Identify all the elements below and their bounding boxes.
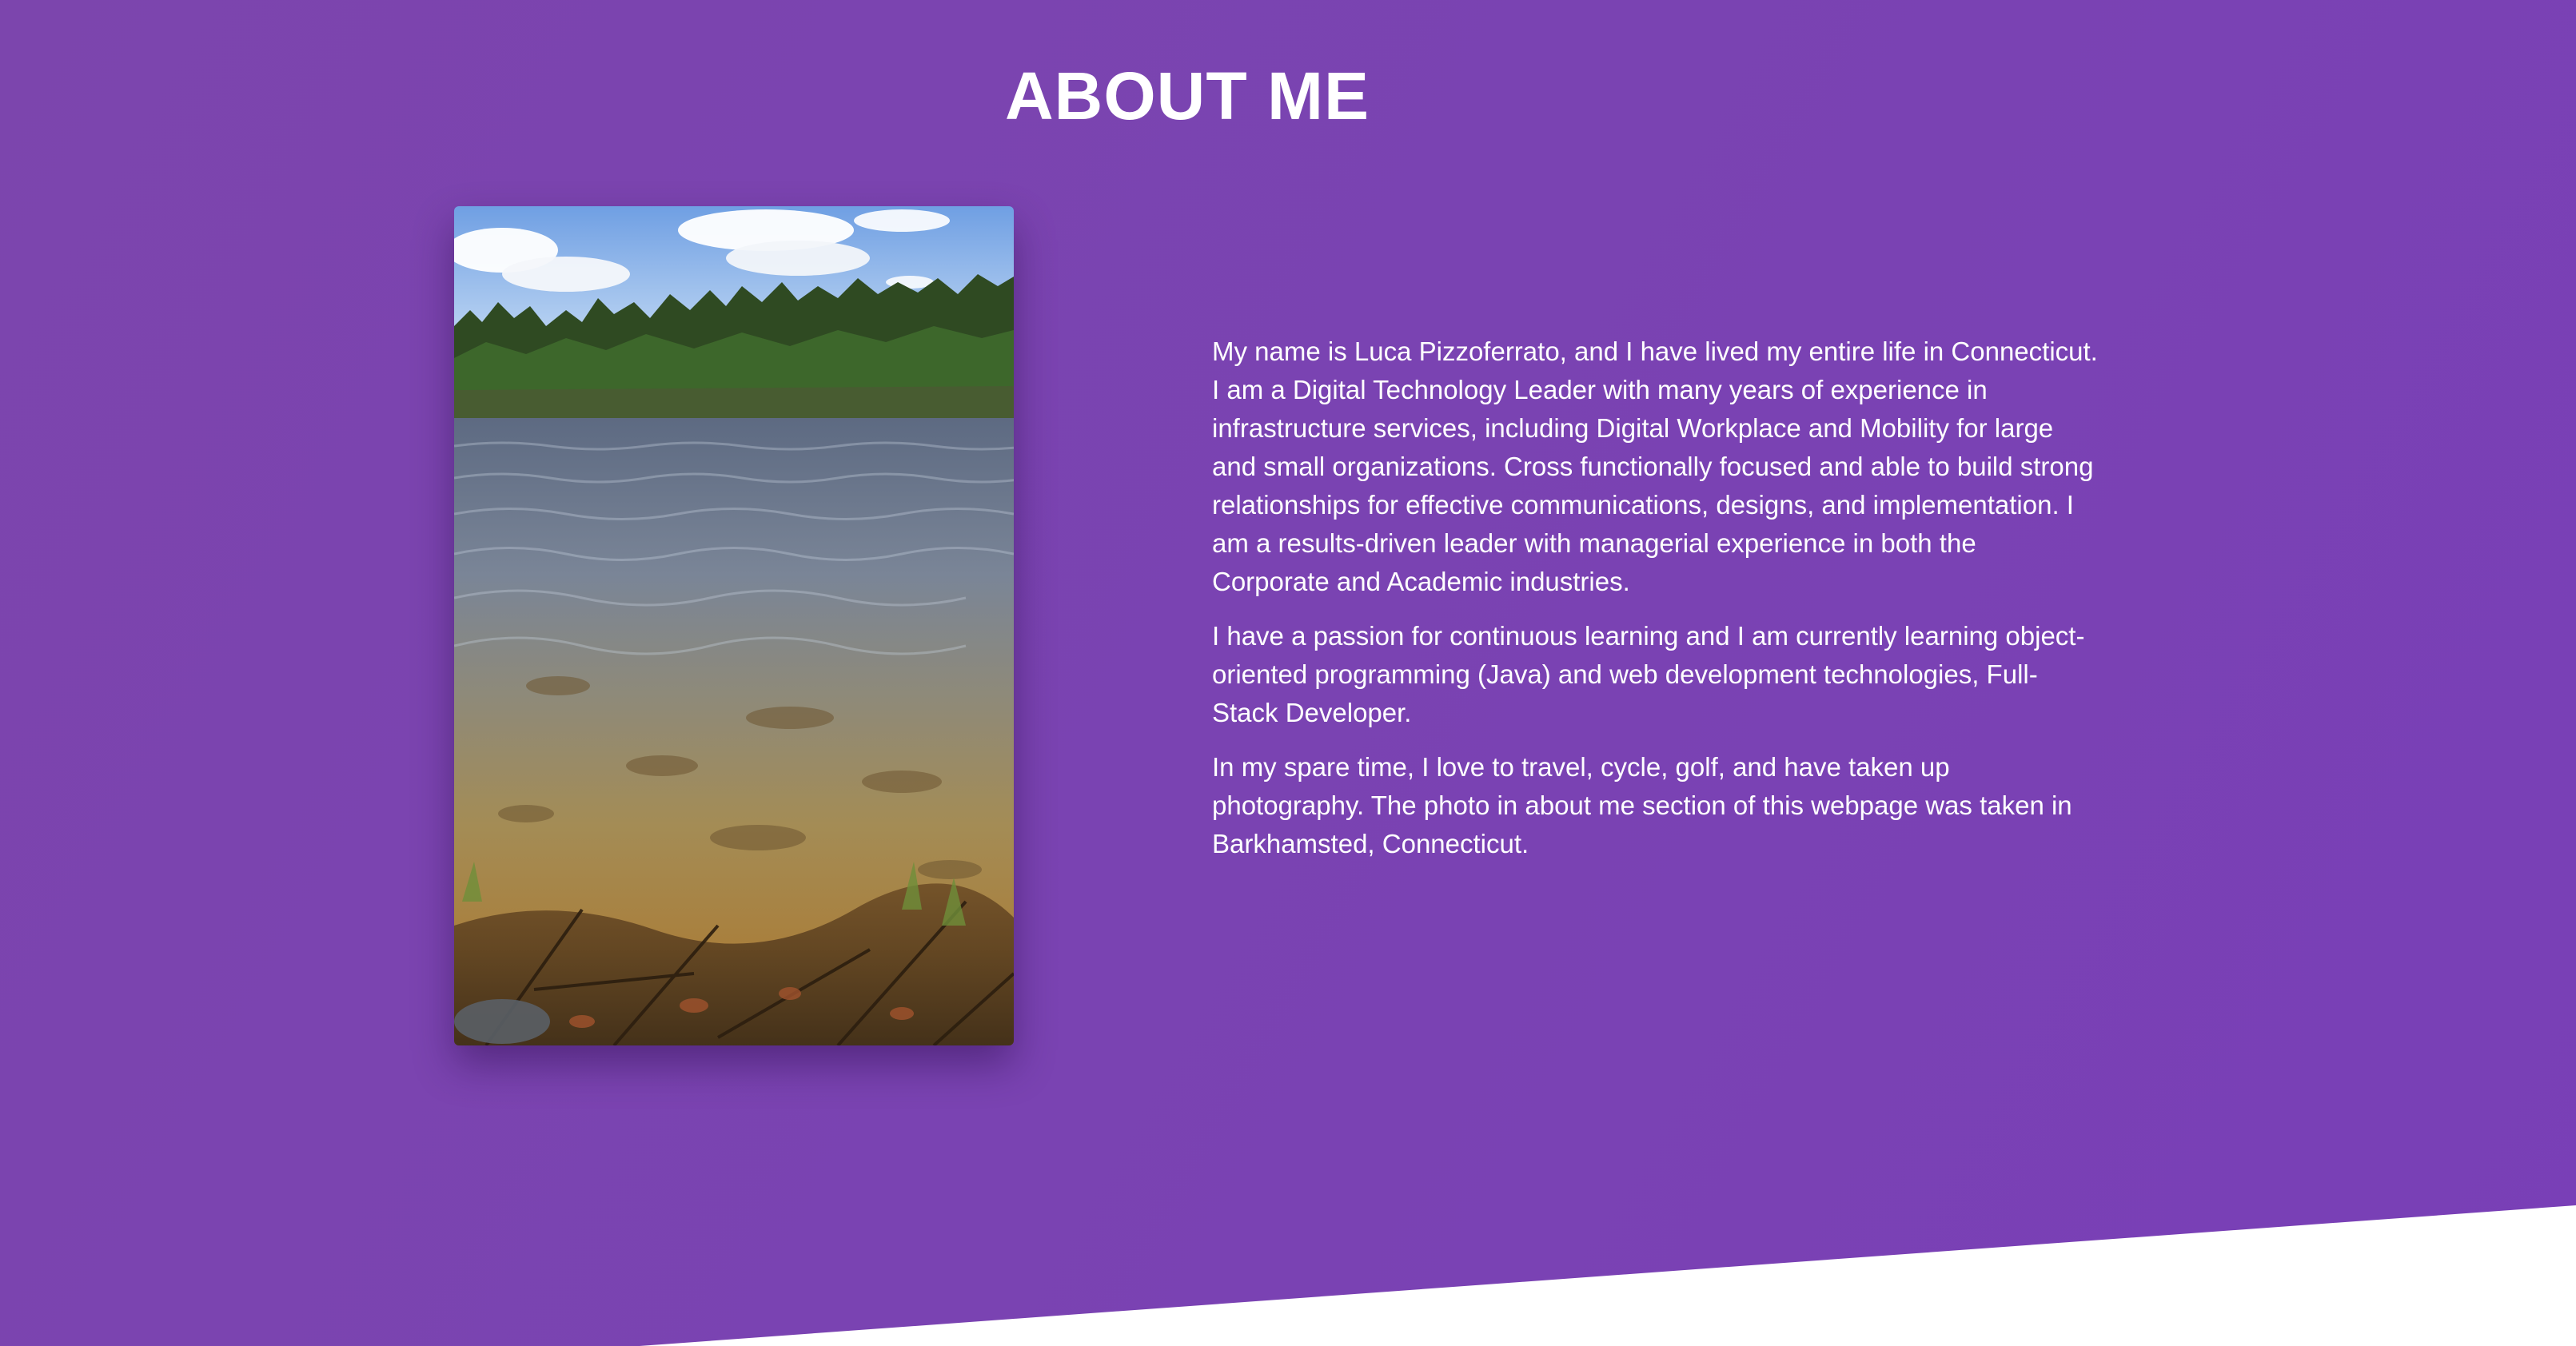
bio-text: My name is Luca Pizzoferrato, and I have… xyxy=(1212,333,2099,879)
bio-paragraph-intro: My name is Luca Pizzoferrato, and I have… xyxy=(1212,336,2098,596)
bio-paragraph-learning: I have a passion for continuous learning… xyxy=(1212,621,2085,727)
about-section: ABOUT ME My name is Luca Pizzoferrato, a… xyxy=(0,0,2576,1346)
bio-paragraph-hobbies: In my spare time, I love to travel, cycl… xyxy=(1212,752,2072,858)
lake-photo xyxy=(454,206,1014,1045)
section-title: ABOUT ME xyxy=(1005,58,1370,133)
